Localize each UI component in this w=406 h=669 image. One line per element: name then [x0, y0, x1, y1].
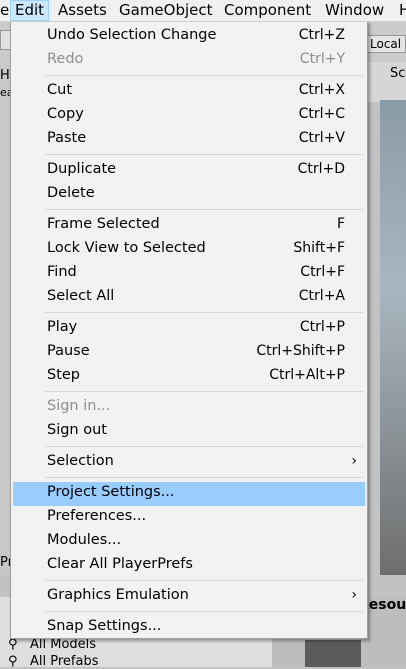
menu-item-cut[interactable]: Cut Ctrl+X [13, 80, 365, 104]
edit-menu-dropdown: Undo Selection Change Ctrl+Z Redo Ctrl+Y C… [10, 21, 368, 639]
scene-tab-area: Sc [366, 62, 406, 102]
menu-item-frame-selected[interactable]: Frame Selected F [13, 214, 365, 238]
menubar-gameobject[interactable]: GameObject [115, 0, 217, 21]
menubar-edit[interactable]: Edit [10, 0, 50, 21]
menu-item-shortcut: Ctrl+P [299, 319, 345, 335]
menu-item-shortcut: Ctrl+Shift+P [256, 343, 345, 359]
menu-item-shortcut: Ctrl+C [298, 106, 345, 122]
menu-item-shortcut: Ctrl+Alt+P [269, 367, 345, 383]
menu-item-step[interactable]: Step Ctrl+Alt+P [13, 365, 365, 389]
menu-separator [45, 611, 363, 612]
menu-item-preferences[interactable]: Preferences... [13, 506, 365, 530]
menu-item-snap-settings[interactable]: Snap Settings... [13, 616, 365, 640]
menu-item-find[interactable]: Find Ctrl+F [13, 262, 365, 286]
menu-item-graphics-emulation[interactable]: Graphics Emulation › [13, 585, 365, 609]
menu-separator [45, 446, 363, 447]
scene-view[interactable] [380, 100, 406, 575]
menu-item-clear-playerprefs[interactable]: Clear All PlayerPrefs [13, 554, 365, 578]
menu-item-project-settings[interactable]: Project Settings... [13, 482, 365, 506]
menu-item-label: Frame Selected [47, 216, 160, 232]
menu-bar: e Edit Assets GameObject Component Windo… [0, 0, 406, 22]
menu-item-selection[interactable]: Selection › [13, 451, 365, 475]
menu-separator [45, 312, 363, 313]
menu-item-sign-out[interactable]: Sign out [13, 420, 365, 444]
chevron-right-icon: › [351, 453, 357, 469]
menu-item-label: Selection [47, 453, 114, 469]
menu-item-label: Step [47, 367, 81, 383]
menu-item-shortcut: Ctrl+D [297, 161, 345, 177]
menu-item-shortcut: Ctrl+X [298, 82, 345, 98]
menu-item-play[interactable]: Play Ctrl+P [13, 317, 365, 341]
menu-separator [45, 75, 363, 76]
menu-item-label: Cut [47, 82, 72, 98]
menu-item-delete[interactable]: Delete [13, 183, 365, 207]
menu-item-label: Graphics Emulation [47, 587, 189, 603]
menu-item-label: Paste [47, 130, 87, 146]
menubar-assets[interactable]: Assets [54, 0, 111, 21]
chevron-right-icon: › [351, 587, 357, 603]
menu-separator [45, 580, 363, 581]
menu-item-label: Undo Selection Change [47, 27, 217, 43]
menu-item-shortcut: Ctrl+V [298, 130, 345, 146]
menu-item-label: Redo [47, 51, 84, 67]
menu-item-paste[interactable]: Paste Ctrl+V [13, 128, 365, 152]
menu-item-label: Preferences... [47, 508, 147, 524]
menu-item-label: Lock View to Selected [47, 240, 206, 256]
menu-item-redo[interactable]: Redo Ctrl+Y [13, 49, 365, 73]
menu-item-shortcut: Ctrl+F [300, 264, 345, 280]
folder-thumbnail-icon[interactable] [305, 640, 361, 667]
menu-item-duplicate[interactable]: Duplicate Ctrl+D [13, 159, 365, 183]
menu-item-shortcut: Shift+F [293, 240, 345, 256]
menu-item-shortcut: F [336, 216, 345, 232]
menu-item-copy[interactable]: Copy Ctrl+C [13, 104, 365, 128]
menu-item-shortcut: Ctrl+Z [298, 27, 345, 43]
local-label: Local [370, 37, 402, 51]
menu-item-label: Copy [47, 106, 84, 122]
menu-item-label: Play [47, 319, 78, 335]
menu-item-select-all[interactable]: Select All Ctrl+A [13, 286, 365, 310]
menu-item-label: Sign in... [47, 398, 111, 414]
menu-item-sign-in[interactable]: Sign in... [13, 396, 365, 420]
menu-separator [45, 209, 363, 210]
menu-item-label: Pause [47, 343, 90, 359]
menu-item-undo[interactable]: Undo Selection Change Ctrl+Z [13, 25, 365, 49]
menu-item-label: Clear All PlayerPrefs [47, 556, 193, 572]
menu-item-label: Select All [47, 288, 115, 304]
menu-item-label: Snap Settings... [47, 618, 162, 634]
menu-item-label: Find [47, 264, 77, 280]
menubar-component[interactable]: Component [220, 0, 315, 21]
menu-item-shortcut: Ctrl+Y [299, 51, 345, 67]
menu-item-label: Delete [47, 185, 95, 201]
menu-separator [45, 477, 363, 478]
menu-item-label: Project Settings... [47, 484, 175, 500]
menu-item-modules[interactable]: Modules... [13, 530, 365, 554]
menu-item-label: Duplicate [47, 161, 117, 177]
menubar-window[interactable]: Window [321, 0, 388, 21]
menu-item-label: Modules... [47, 532, 122, 548]
menubar-help-fragment[interactable]: H [395, 0, 406, 21]
menu-separator [45, 391, 363, 392]
pivot-local-toggle[interactable]: Local [366, 35, 406, 53]
menu-separator [45, 154, 363, 155]
menu-item-lock-view[interactable]: Lock View to Selected Shift+F [13, 238, 365, 262]
menu-item-shortcut: Ctrl+A [298, 288, 345, 304]
menu-item-label: Sign out [47, 422, 107, 438]
scene-tab[interactable]: Sc [390, 66, 405, 81]
menu-item-pause[interactable]: Pause Ctrl+Shift+P [13, 341, 365, 365]
